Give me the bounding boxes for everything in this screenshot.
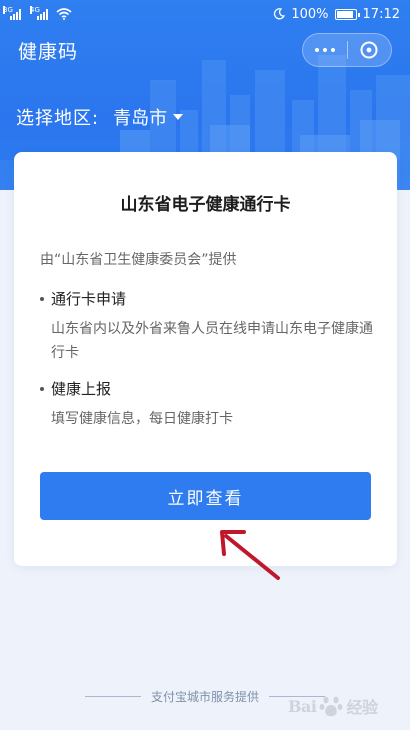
network-type-label: 4G (30, 5, 40, 14)
close-mini-program-icon (360, 41, 378, 59)
footer-divider (84, 695, 141, 697)
watermark-text: Bai (288, 696, 317, 716)
caret-down-icon (173, 114, 184, 120)
provider-text: 由“山东省卫生健康委员会”提供 (40, 252, 237, 268)
more-dots-icon (314, 48, 335, 52)
feature-description: 填写健康信息，每日健康打卡 (51, 411, 233, 427)
clock: 17:12 (362, 6, 400, 22)
card-title: 山东省电子健康通行卡 (120, 195, 291, 215)
bullet-dot-icon (40, 386, 44, 391)
red-arrow-annotation-icon (220, 530, 280, 580)
feature-title-text: 健康上报 (51, 380, 112, 398)
close-button[interactable] (348, 34, 392, 66)
page-title: 健康码 (18, 40, 79, 63)
feature-report: 健康上报 填写健康信息，每日健康打卡 (40, 378, 380, 431)
health-pass-card: 山东省电子健康通行卡 由“山东省卫生健康委员会”提供 通行卡申请 山东省内以及外… (14, 152, 397, 566)
signal-4g-icon: 4G (30, 5, 48, 20)
region-dropdown[interactable]: 青岛市 (113, 104, 184, 130)
bullet-dot-icon (40, 296, 44, 301)
feature-description: 山东省内以及外省来鲁人员在线申请山东电子健康通行卡 (51, 321, 373, 361)
paw-logo-icon (320, 696, 343, 717)
feature-title-text: 通行卡申请 (51, 290, 127, 308)
status-bar: 3G 4G 100% 17:12 (0, 0, 410, 28)
mini-program-capsule (302, 33, 392, 67)
feature-apply: 通行卡申请 山东省内以及外省来鲁人员在线申请山东电子健康通行卡 (40, 288, 380, 365)
signal-3g-icon: 3G (3, 5, 21, 20)
network-type-label: 3G (3, 5, 13, 14)
moon-icon (274, 8, 286, 20)
region-label: 选择地区: (16, 108, 100, 129)
view-now-button[interactable]: 立即查看 (40, 472, 371, 520)
app-nav-bar: 健康码 (0, 30, 410, 70)
feature-title: 健康上报 (40, 378, 380, 399)
watermark-text: 经验 (346, 698, 378, 717)
region-value: 青岛市 (113, 108, 168, 129)
region-selector: 选择地区: 青岛市 (16, 104, 184, 130)
footer-text: 支付宝城市服务提供 (150, 689, 259, 704)
wifi-icon (56, 8, 72, 20)
baidu-jingyan-watermark: Bai 经验 (288, 688, 406, 724)
battery-icon (334, 8, 360, 20)
more-button[interactable] (303, 34, 347, 66)
battery-percent: 100% (291, 6, 329, 22)
feature-title: 通行卡申请 (40, 288, 380, 309)
